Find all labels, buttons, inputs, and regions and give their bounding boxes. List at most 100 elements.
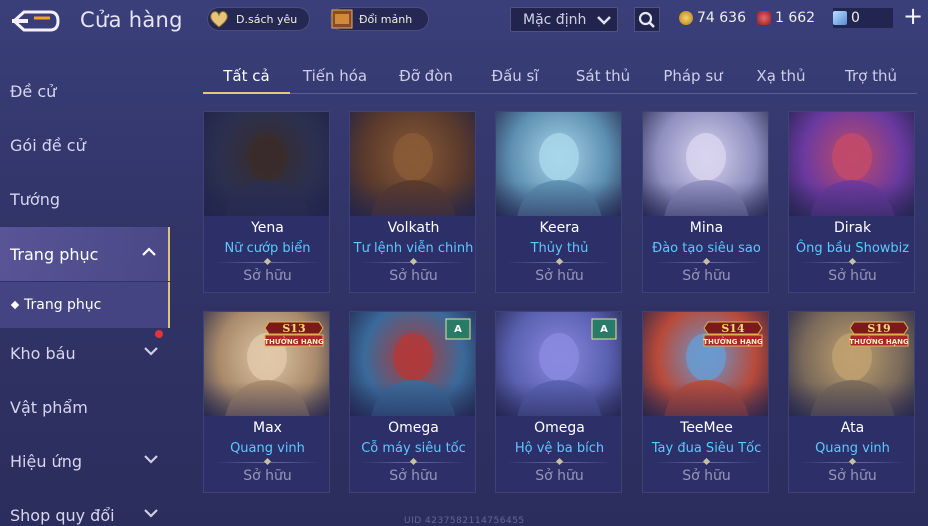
chevron-down-icon — [597, 16, 611, 25]
heart-icon — [206, 6, 232, 32]
voucher-icon — [833, 11, 847, 25]
badge-season: S13 — [282, 322, 305, 335]
search-button[interactable] — [634, 7, 660, 32]
owned-status: Sở hữu — [828, 268, 877, 284]
skin-card[interactable]: S14 THƯỞNG HẠNG TeeMee Tay đua Siêu Tốc Sở h… — [642, 311, 769, 493]
voucher-currency: 0 — [833, 8, 893, 28]
sidebar-item-label: Gói đề cử — [10, 135, 86, 155]
hero-name: Omega — [534, 420, 585, 436]
skin-card[interactable]: Volkath Tư lệnh viễn chinh Sở hữu — [349, 111, 476, 293]
skin-card[interactable]: Yena Nữ cướp biển Sở hữu — [203, 111, 330, 293]
hero-name: Yena — [251, 220, 284, 236]
bullet-icon — [10, 300, 20, 310]
wishlist-label: D.sách yêu — [236, 12, 298, 26]
treasure-chest-icon — [329, 6, 355, 32]
skin-name: Quang vinh — [815, 441, 890, 456]
skin-card[interactable]: Mina Đào tạo siêu sao Sở hữu — [642, 111, 769, 293]
skin-name: Hộ vệ ba bích — [514, 441, 605, 456]
skin-card[interactable]: Dirak Ông bầu Showbiz Sở hữu — [788, 111, 915, 293]
exchange-label: Đổi mảnh — [359, 12, 413, 26]
tab-evolving[interactable]: Tiến hóa — [295, 67, 375, 85]
tab-fighter[interactable]: Đấu sĩ — [475, 67, 555, 85]
tab-marksman[interactable]: Xạ thủ — [741, 67, 821, 85]
ruby-gem-icon — [757, 11, 771, 25]
tab-assassin[interactable]: Sát thủ — [563, 67, 643, 85]
wishlist-button[interactable]: D.sách yêu — [207, 7, 310, 31]
sidebar-item-exchange-shop[interactable]: Shop quy đổi — [0, 488, 170, 526]
uid-watermark: UID 4237582114756455 — [404, 516, 525, 526]
skin-card[interactable]: A Omega Cỗ máy siêu tốc Sở hữu — [349, 311, 476, 493]
sidebar-item-label: Hiệu ứng — [10, 451, 82, 471]
sidebar-item-skins[interactable]: Trang phục — [0, 227, 170, 281]
sidebar-subitem-skins[interactable]: Trang phục — [0, 282, 170, 328]
skin-name: Đào tạo siêu sao — [652, 241, 761, 256]
sidebar-item-treasure[interactable]: Kho báu — [0, 326, 170, 380]
rank-a-badge: A — [591, 318, 617, 340]
sidebar-item-items[interactable]: Vật phẩm — [0, 380, 170, 434]
rank-letter: A — [454, 324, 462, 335]
owned-status: Sở hữu — [243, 468, 292, 484]
sidebar-subitem-label: Trang phục — [24, 297, 102, 313]
page-title: Cửa hàng — [80, 8, 183, 32]
badge-label: THƯỞNG HẠNG — [703, 336, 763, 346]
badge-season: S19 — [867, 322, 890, 335]
back-arrow-icon[interactable] — [10, 8, 60, 34]
gold-amount: 74 636 — [697, 10, 746, 26]
notification-dot — [155, 330, 163, 338]
sort-value: Mặc định — [523, 11, 587, 28]
skin-card[interactable]: S19 THƯỞNG HẠNG Ata Quang vinh Sở hữu — [788, 311, 915, 493]
owned-status: Sở hữu — [828, 468, 877, 484]
ruby-currency: 1 662 — [757, 8, 815, 28]
chevron-down-icon — [144, 455, 158, 464]
skin-name: Cỗ máy siêu tốc — [361, 441, 466, 456]
season-reward-badge: S14THƯỞNG HẠNG — [703, 321, 763, 347]
top-bar: Cửa hàng D.sách yêu Đổi mảnh Mặc định 74… — [0, 0, 928, 40]
skin-name: Nữ cướp biển — [224, 241, 311, 256]
tab-tank[interactable]: Đỡ đòn — [386, 67, 466, 85]
owned-status: Sở hữu — [535, 468, 584, 484]
sidebar-item-label: Kho báu — [10, 343, 76, 363]
voucher-amount: 0 — [851, 10, 860, 26]
sidebar-item-effects[interactable]: Hiệu ứng — [0, 434, 170, 488]
skin-name: Ông bầu Showbiz — [795, 241, 910, 256]
skin-card[interactable]: S13 THƯỞNG HẠNG Max Quang vinh Sở hữu — [203, 311, 330, 493]
skin-name: Thủy thủ — [530, 241, 589, 256]
add-currency-button[interactable]: + — [902, 4, 924, 28]
tab-support[interactable]: Trợ thủ — [831, 67, 911, 85]
category-tabs: Tất cả Tiến hóa Đỡ đòn Đấu sĩ Sát thủ Ph… — [203, 60, 917, 94]
ruby-amount: 1 662 — [775, 10, 816, 26]
sidebar-item-label: Trang phục — [10, 244, 99, 264]
active-tab-indicator — [203, 92, 290, 94]
hero-name: Dirak — [833, 220, 872, 236]
skin-card[interactable]: A Omega Hộ vệ ba bích Sở hữu — [495, 311, 622, 493]
badge-label: THƯỞNG HẠNG — [264, 336, 324, 346]
rank-letter: A — [600, 324, 608, 335]
chevron-down-icon — [144, 347, 158, 356]
sidebar-item-label: Đề cử — [10, 81, 57, 101]
tab-all[interactable]: Tất cả — [203, 67, 290, 85]
hero-name: TeeMee — [680, 420, 733, 436]
gold-coin-icon — [679, 11, 693, 25]
owned-status: Sở hữu — [389, 468, 438, 484]
sidebar-item-featured[interactable]: Đề cử — [0, 64, 170, 118]
skin-card[interactable]: Keera Thủy thủ Sở hữu — [495, 111, 622, 293]
search-icon — [638, 11, 655, 28]
season-reward-badge: S19THƯỞNG HẠNG — [849, 321, 909, 347]
sidebar-item-heroes[interactable]: Tướng — [0, 172, 170, 226]
tab-mage[interactable]: Pháp sư — [653, 67, 733, 85]
owned-status: Sở hữu — [535, 268, 584, 284]
chevron-up-icon — [142, 247, 156, 256]
owned-status: Sở hữu — [682, 468, 731, 484]
sidebar-item-featured-bundles[interactable]: Gói đề cử — [0, 118, 170, 172]
chevron-down-icon — [144, 509, 158, 518]
badge-label: THƯỞNG HẠNG — [849, 336, 909, 346]
hero-name: Mina — [689, 220, 724, 236]
owned-status: Sở hữu — [389, 268, 438, 284]
skin-name: Tư lệnh viễn chinh — [353, 241, 474, 256]
skin-name: Quang vinh — [230, 441, 305, 456]
sort-dropdown[interactable]: Mặc định — [510, 7, 618, 32]
sidebar-item-label: Shop quy đổi — [10, 505, 115, 525]
skin-name: Tay đua Siêu Tốc — [651, 441, 762, 456]
hero-name: Max — [253, 420, 282, 436]
exchange-fragments-button[interactable]: Đổi mảnh — [330, 7, 429, 31]
